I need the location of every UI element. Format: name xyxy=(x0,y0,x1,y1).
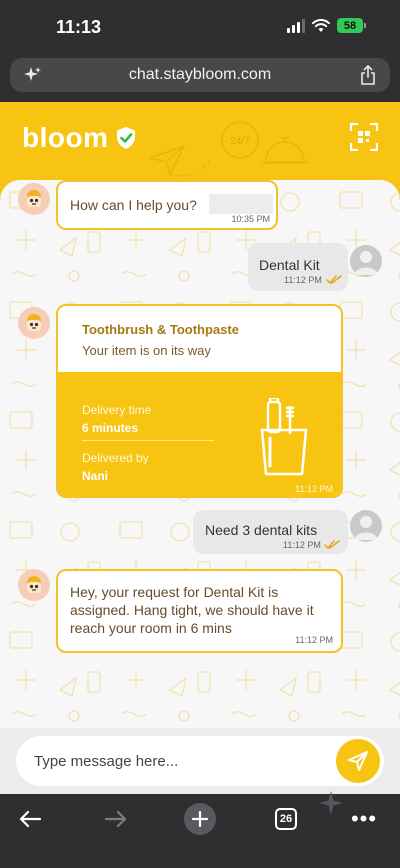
more-icon: ••• xyxy=(350,806,378,831)
forward-button[interactable] xyxy=(100,804,132,834)
chat-area[interactable]: How can I help you? 10:35 PM Dental Kit … xyxy=(0,180,400,728)
url-text[interactable]: chat.staybloom.com xyxy=(10,66,390,84)
double-check-icon xyxy=(324,540,340,549)
plus-icon xyxy=(184,803,216,835)
user-avatar-icon xyxy=(350,510,382,542)
tabs-button[interactable]: 26 xyxy=(272,804,300,834)
message-input[interactable] xyxy=(34,748,324,774)
back-arrow-icon xyxy=(19,810,41,828)
battery-icon: 58 xyxy=(337,18,366,33)
back-button[interactable] xyxy=(14,804,46,834)
send-button[interactable] xyxy=(336,739,380,783)
phone-screen: 11:13 58 chat.staybloom.com bloom 24/7 H… xyxy=(0,0,400,868)
status-indicators: 58 xyxy=(287,18,366,33)
bot-message-text: Hey, your request for Dental Kit is assi… xyxy=(70,584,314,636)
url-bar[interactable]: chat.staybloom.com xyxy=(10,58,390,92)
brand-name: bloom xyxy=(22,122,109,153)
new-tab-button[interactable] xyxy=(182,803,218,835)
delivered-by-value: Nani xyxy=(82,469,109,483)
verified-badge-icon xyxy=(116,127,135,149)
forward-arrow-icon xyxy=(105,810,127,828)
user-message: Dental Kit 11:12 PM xyxy=(248,243,348,291)
double-check-icon xyxy=(326,275,342,284)
delivery-time-label: Delivery time xyxy=(82,403,152,417)
message-time: 10:35 PM xyxy=(231,214,270,224)
composer xyxy=(0,728,400,794)
bot-avatar-icon xyxy=(18,183,50,215)
browser-toolbar: 26 ••• xyxy=(0,791,400,868)
bot-message: How can I help you? 10:35 PM xyxy=(56,180,278,230)
message-input-box xyxy=(16,736,384,786)
user-avatar-icon xyxy=(350,245,382,277)
order-card[interactable]: Toothbrush & Toothpaste Your item is on … xyxy=(56,304,343,498)
user-message-text: Dental Kit xyxy=(259,257,320,273)
message-time: 11:12 PM xyxy=(283,540,321,550)
order-card-header: Toothbrush & Toothpaste Your item is on … xyxy=(58,306,341,372)
delivered-by-label: Delivered by xyxy=(82,451,149,465)
wifi-icon xyxy=(312,18,330,32)
brand-logo: bloom xyxy=(22,122,137,154)
message-time: 11:12 PM xyxy=(295,484,333,494)
message-time: 11:12 PM xyxy=(284,275,322,285)
status-time: 11:13 xyxy=(56,17,102,37)
header-deco-text: 24/7 xyxy=(230,136,250,147)
header-decoration: 24/7 xyxy=(149,121,308,177)
send-icon xyxy=(348,751,368,771)
user-message: Need 3 dental kits 11:12 PM xyxy=(193,510,348,554)
order-status: Your item is on its way xyxy=(82,343,211,358)
qr-scan-icon[interactable] xyxy=(350,123,378,151)
message-time: 11:12 PM xyxy=(295,635,333,645)
tabs-icon: 26 xyxy=(275,808,297,830)
toothbrush-cup-icon xyxy=(260,398,308,476)
more-button[interactable]: ••• xyxy=(348,804,380,834)
share-icon[interactable] xyxy=(360,65,376,85)
status-bar: 11:13 58 xyxy=(0,0,400,54)
signal-icon xyxy=(287,18,305,33)
sparkle-icon xyxy=(319,791,343,815)
battery-level: 58 xyxy=(337,18,363,33)
field-divider xyxy=(82,440,214,441)
order-title: Toothbrush & Toothpaste xyxy=(82,322,239,337)
bot-message-text: How can I help you? xyxy=(70,197,197,213)
bot-avatar-icon xyxy=(18,307,50,339)
redacted-block xyxy=(209,194,273,214)
user-message-text: Need 3 dental kits xyxy=(205,522,318,538)
bot-avatar-icon xyxy=(18,569,50,601)
delivery-time-value: 6 minutes xyxy=(82,421,139,435)
order-details: Delivery time 6 minutes Delivered by Nan… xyxy=(58,372,341,496)
bot-message: Hey, your request for Dental Kit is assi… xyxy=(56,569,343,653)
